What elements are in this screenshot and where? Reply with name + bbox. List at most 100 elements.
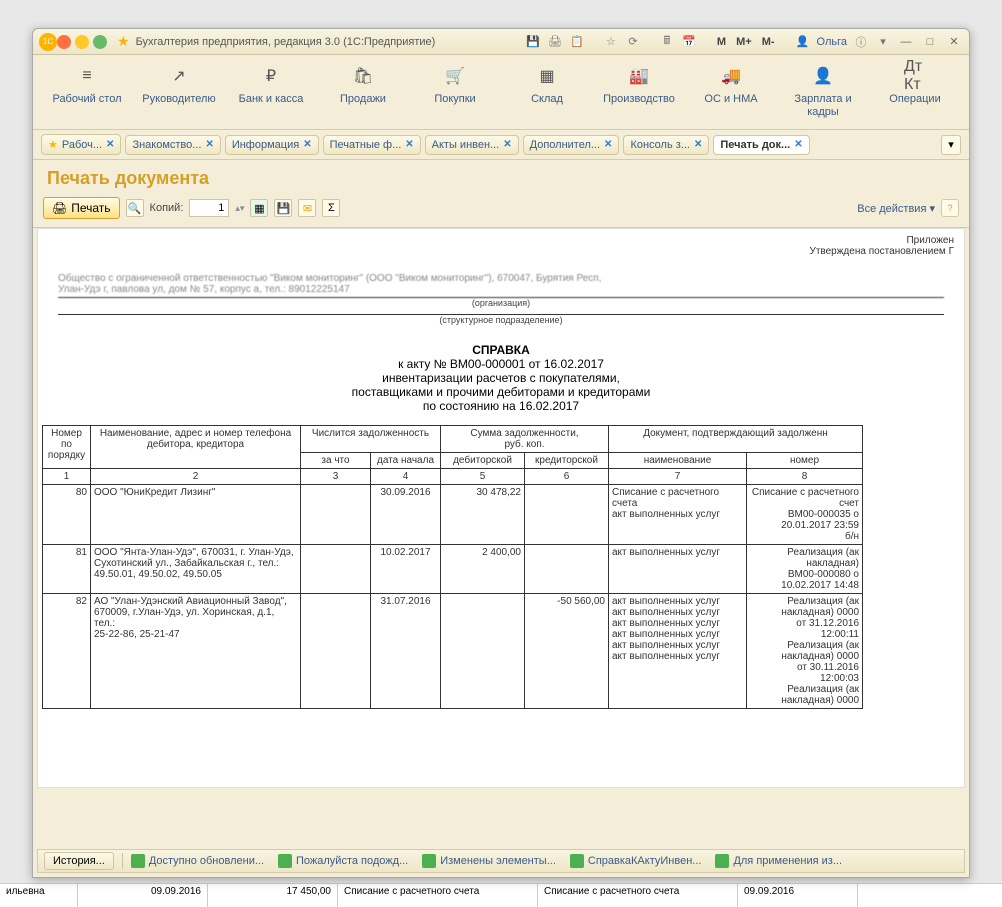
preview-icon[interactable]: 🔍 [126, 199, 144, 217]
toolbar-item-6[interactable]: 🏭Производство [594, 65, 684, 119]
report-subtitle: к акту № ВМ00-000001 от 16.02.2017 [38, 357, 964, 371]
minimize-button[interactable]: — [897, 34, 915, 50]
report-subtitle: по состоянию на 16.02.2017 [38, 399, 964, 413]
cell-n: 81 [43, 545, 91, 594]
tab-close-icon[interactable]: ✕ [205, 139, 213, 150]
bg-cell: Списание с расчетного счета [538, 884, 738, 907]
th-name: Наименование, адрес и номер телефона деб… [91, 426, 301, 469]
th-date: дата начала [371, 453, 441, 469]
status-item-1[interactable]: Пожалуйста подожд... [278, 854, 408, 868]
help-button[interactable]: ? [941, 199, 959, 217]
minimize-dot-icon[interactable] [75, 35, 89, 49]
toolbar-label: Операции [889, 93, 940, 106]
copy-icon[interactable]: 📋 [569, 34, 585, 50]
th-zachto: за что [301, 453, 371, 469]
toolbar-item-7[interactable]: 🚚ОС и НМА [686, 65, 776, 119]
document-toolbar: 🖨 Печать 🔍 Копий: ▴▾ ▦ 💾 ✉ Σ Все действи… [33, 193, 969, 228]
copies-spinner[interactable]: ▴▾ [235, 203, 244, 214]
user-name[interactable]: Ольга [817, 36, 847, 48]
toolbar-label: ОС и НМА [704, 93, 757, 106]
cell-date: 10.02.2017 [371, 545, 441, 594]
history-button[interactable]: История... [44, 852, 114, 870]
background-table-row: ильевна 09.09.2016 17 450,00 Списание с … [0, 883, 1002, 907]
table-icon[interactable]: ▦ [250, 199, 268, 217]
status-item-4[interactable]: Для применения из... [715, 854, 842, 868]
tab-close-icon[interactable]: ✕ [405, 139, 413, 150]
cell-kred [525, 485, 609, 545]
toolbar-item-5[interactable]: ▦ Склад [502, 65, 592, 119]
tab-close-icon[interactable]: ✕ [604, 139, 612, 150]
th-colnum: 1 [43, 469, 91, 485]
tab-0[interactable]: ★Рабоч...✕ [41, 134, 121, 155]
status-item-2[interactable]: Изменены элементы... [422, 854, 556, 868]
status-item-3[interactable]: СправкаКАктуИнвен... [570, 854, 702, 868]
cell-date: 31.07.2016 [371, 594, 441, 709]
th-debt-group: Числится задолженность [301, 426, 441, 453]
structure-sublabel: (структурное подразделение) [38, 315, 964, 325]
status-item-0[interactable]: Доступно обновлени... [131, 854, 264, 868]
email-icon[interactable]: ✉ [298, 199, 316, 217]
tab-2[interactable]: Информация✕ [225, 135, 319, 155]
copies-input[interactable] [189, 199, 229, 217]
info-icon [131, 854, 145, 868]
inventory-table: Номер по порядку Наименование, адрес и н… [42, 425, 863, 709]
favorite-icon[interactable]: ★ [117, 33, 130, 50]
toolbar-item-0[interactable]: ≡ Рабочий стол [42, 65, 132, 119]
th-docname: наименование [609, 453, 747, 469]
tab-close-icon[interactable]: ✕ [303, 139, 311, 150]
th-number: Номер по порядку [43, 426, 91, 469]
memory-mminus[interactable]: M- [760, 36, 777, 48]
calendar-icon[interactable]: 📅 [681, 34, 697, 50]
toolbar-item-3[interactable]: 🛍Продажи [318, 65, 408, 119]
star-icon[interactable]: ☆ [603, 34, 619, 50]
toolbar-icon: ▦ [536, 65, 558, 87]
table-row: 80ООО "ЮниКредит Лизинг"30.09.201630 478… [43, 485, 863, 545]
tab-7[interactable]: Печать док...✕ [713, 135, 809, 155]
tab-5[interactable]: Дополнител...✕ [523, 135, 620, 155]
toolbar-label: Склад [531, 93, 563, 106]
toolbar-label: Банк и касса [239, 93, 304, 106]
memory-m[interactable]: M [715, 36, 728, 48]
tabs-dropdown[interactable]: ▾ [941, 135, 961, 155]
document-area[interactable]: Приложен Утверждена постановлением Г Общ… [37, 228, 965, 788]
tab-close-icon[interactable]: ✕ [694, 139, 702, 150]
tab-6[interactable]: Консоль з...✕ [623, 135, 709, 155]
toolbar-item-9[interactable]: Дт Кт Операции [870, 65, 960, 119]
toolbar-item-4[interactable]: 🛒Покупки [410, 65, 500, 119]
th-colnum: 3 [301, 469, 371, 485]
save-icon[interactable]: 💾 [525, 34, 541, 50]
toolbar-item-1[interactable]: ↗Руководителю [134, 65, 224, 119]
toolbar-item-8[interactable]: 👤Зарплата и кадры [778, 65, 868, 119]
toolbar-icon: ≡ [76, 65, 98, 87]
toolbar-icon: 🏭 [628, 65, 650, 87]
save-doc-icon[interactable]: 💾 [274, 199, 292, 217]
sum-icon[interactable]: Σ [322, 199, 340, 217]
toolbar-label: Зарплата и кадры [778, 93, 868, 119]
print-button[interactable]: 🖨 Печать [43, 197, 120, 219]
memory-mplus[interactable]: M+ [734, 36, 754, 48]
tab-4[interactable]: Акты инвен...✕ [425, 135, 519, 155]
th-credit: кредиторской [525, 453, 609, 469]
tab-close-icon[interactable]: ✕ [794, 139, 802, 150]
status-text: Изменены элементы... [440, 855, 556, 867]
toolbar-icon: ↗ [168, 65, 190, 87]
maximize-dot-icon[interactable] [93, 35, 107, 49]
calc-icon[interactable]: 🖩 [659, 34, 675, 50]
tab-label: Печатные ф... [330, 139, 402, 151]
maximize-button[interactable]: □ [921, 34, 939, 50]
history-icon[interactable]: ⟳ [625, 34, 641, 50]
tab-3[interactable]: Печатные ф...✕ [323, 135, 421, 155]
toolbar-icon: Дт Кт [904, 65, 926, 87]
dropdown-icon[interactable]: ▾ [875, 34, 891, 50]
close-button[interactable]: ✕ [945, 34, 963, 50]
toolbar-item-2[interactable]: ₽Банк и касса [226, 65, 316, 119]
cell-za [301, 545, 371, 594]
all-actions-link[interactable]: Все действия ▾ [857, 202, 935, 215]
close-dot-icon[interactable] [57, 35, 71, 49]
tab-close-icon[interactable]: ✕ [503, 139, 511, 150]
tab-1[interactable]: Знакомство...✕ [125, 135, 220, 155]
tab-close-icon[interactable]: ✕ [106, 139, 114, 150]
print-icon[interactable]: 🖨 [547, 34, 563, 50]
toolbar-label: Рабочий стол [52, 93, 121, 106]
info-icon[interactable]: ⓘ [853, 34, 869, 50]
